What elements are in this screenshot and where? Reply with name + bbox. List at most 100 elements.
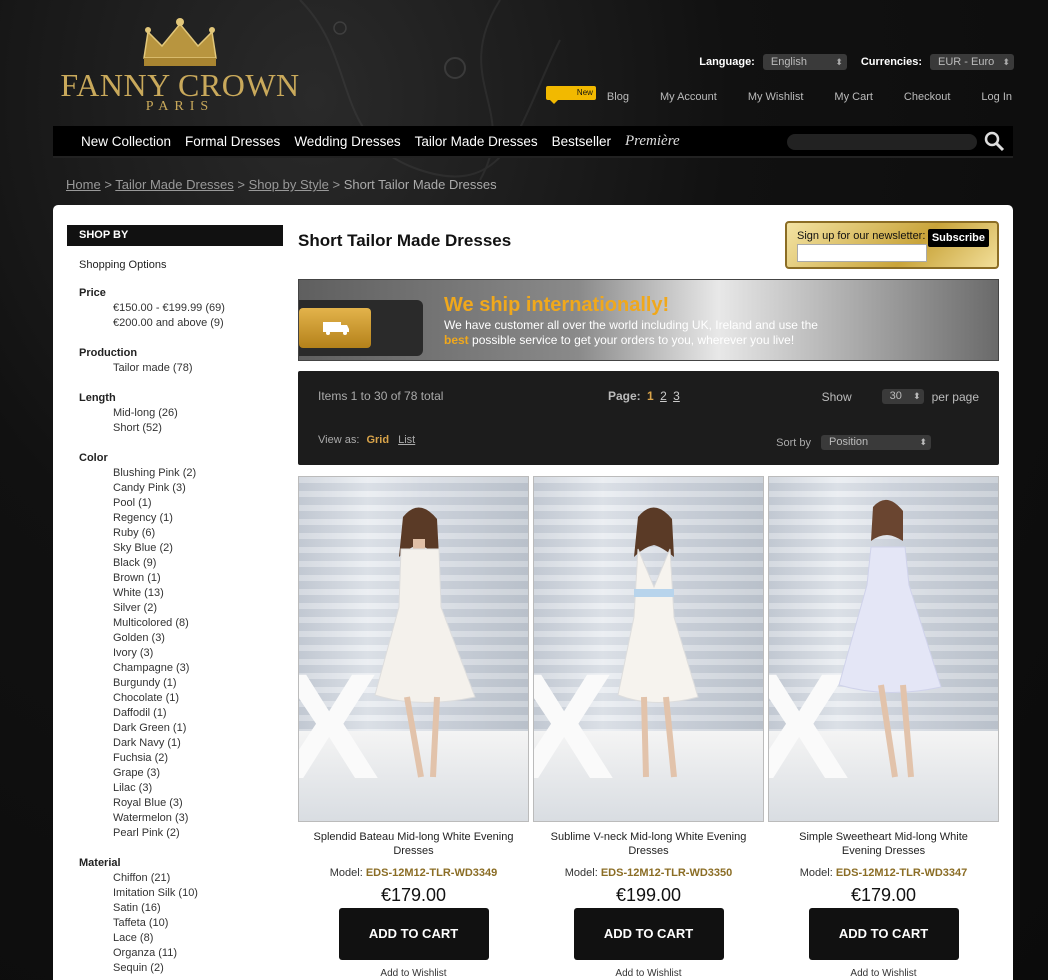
breadcrumb-home[interactable]: Home	[66, 177, 101, 192]
newsletter-box: Sign up for our newsletter: Subscribe	[785, 221, 999, 269]
page-1[interactable]: 1	[647, 389, 654, 403]
filter-title: Length	[79, 392, 116, 404]
filter-option[interactable]: Tailor made (78)	[113, 361, 283, 376]
filter-option[interactable]: Lace (8)	[113, 931, 283, 946]
filter-option[interactable]: Champagne (3)	[113, 661, 283, 676]
filter-option[interactable]: Taffeta (10)	[113, 916, 283, 931]
product-grid: X Splendid Bateau Mid-long White Evening…	[298, 476, 999, 979]
search-icon[interactable]	[983, 130, 1005, 152]
my-account-link[interactable]: My Account	[629, 91, 717, 103]
product-name[interactable]: Splendid Bateau Mid-long White Evening D…	[298, 830, 529, 858]
blog-link-wrap[interactable]: New Blog	[545, 86, 629, 104]
view-grid[interactable]: Grid	[366, 434, 389, 446]
filter-option[interactable]: Royal Blue (3)	[113, 796, 283, 811]
product-name[interactable]: Sublime V-neck Mid-long White Evening Dr…	[533, 830, 764, 858]
product-card: X Simple Sweetheart Mid-long White Eveni…	[768, 476, 999, 979]
filter-option[interactable]: Satin (16)	[113, 901, 283, 916]
subscribe-button[interactable]: Subscribe	[927, 229, 989, 247]
product-card: X Sublime V-neck Mid-long White Evening …	[533, 476, 764, 979]
nav-premiere[interactable]: Première	[625, 133, 680, 150]
product-image[interactable]: X	[533, 476, 764, 822]
brand-logo[interactable]: FANNY CROWN PARIS	[60, 14, 300, 124]
filter-option[interactable]: Lilac (3)	[113, 781, 283, 796]
filter-option[interactable]: Pool (1)	[113, 496, 283, 511]
sort-select[interactable]: Position	[821, 435, 931, 450]
breadcrumb-shop-by-style[interactable]: Shop by Style	[249, 177, 329, 192]
filter-option[interactable]: Pearl Pink (2)	[113, 826, 283, 841]
add-to-wishlist-link[interactable]: Add to Wishlist	[768, 968, 999, 979]
add-to-cart-button[interactable]: ADD TO CART	[338, 908, 489, 960]
currency-select[interactable]: EUR - Euro	[930, 54, 1014, 70]
add-to-cart-button[interactable]: ADD TO CART	[573, 908, 724, 960]
add-to-wishlist-link[interactable]: Add to Wishlist	[533, 968, 764, 979]
product-image[interactable]: X	[768, 476, 999, 822]
login-link[interactable]: Log In	[950, 91, 1012, 103]
filter-option[interactable]: Golden (3)	[113, 631, 283, 646]
breadcrumb-separator: >	[237, 177, 246, 192]
nav-formal-dresses[interactable]: Formal Dresses	[185, 134, 280, 149]
filter-option[interactable]: Dark Navy (1)	[113, 736, 283, 751]
search-input[interactable]	[787, 134, 977, 150]
nav-new-collection[interactable]: New Collection	[81, 134, 171, 149]
per-page-select[interactable]: 30	[881, 389, 924, 404]
breadcrumb-current: Short Tailor Made Dresses	[343, 177, 497, 192]
pagination: Page: 1 2 3	[608, 389, 680, 403]
shipping-banner[interactable]: We ship internationally! We have custome…	[298, 279, 999, 361]
nav-wedding-dresses[interactable]: Wedding Dresses	[294, 134, 400, 149]
filter-option[interactable]: Organza (11)	[113, 946, 283, 961]
checkout-link[interactable]: Checkout	[873, 91, 950, 103]
filter-option[interactable]: €200.00 and above (9)	[113, 316, 283, 331]
filter-option[interactable]: Grape (3)	[113, 766, 283, 781]
filter-option[interactable]: Dark Green (1)	[113, 721, 283, 736]
locale-selectors: Language: English Currencies: EUR - Euro	[699, 54, 1014, 70]
shopping-options-label: Shopping Options	[79, 259, 167, 271]
filter-option[interactable]: Brown (1)	[113, 571, 283, 586]
filter-option[interactable]: Sequin (2)	[113, 961, 283, 976]
page-label: Page:	[608, 389, 641, 403]
filter-option[interactable]: Burgundy (1)	[113, 676, 283, 691]
filter-option[interactable]: Watermelon (3)	[113, 811, 283, 826]
filter-option[interactable]: Chiffon (21)	[113, 871, 283, 886]
nav-bestseller[interactable]: Bestseller	[552, 134, 611, 149]
currency-label: Currencies:	[860, 56, 922, 68]
page-3[interactable]: 3	[673, 389, 680, 403]
filter-option[interactable]: Candy Pink (3)	[113, 481, 283, 496]
filter-group-color: Color Blushing Pink (2) Candy Pink (3) Pool…	[79, 452, 283, 841]
add-to-wishlist-link[interactable]: Add to Wishlist	[298, 968, 529, 979]
filter-option[interactable]: Short (52)	[113, 421, 283, 436]
newsletter-email-input[interactable]	[797, 244, 927, 262]
add-to-cart-button[interactable]: ADD TO CART	[808, 908, 959, 960]
breadcrumb-tailor-made[interactable]: Tailor Made Dresses	[115, 177, 234, 192]
filter-option[interactable]: €150.00 - €199.99 (69)	[113, 301, 283, 316]
page-2[interactable]: 2	[660, 389, 667, 403]
my-cart-link[interactable]: My Cart	[803, 91, 873, 103]
model-figure	[838, 499, 942, 778]
filter-option[interactable]: White (13)	[113, 586, 283, 601]
sort-label: Sort by	[776, 436, 811, 449]
filter-option[interactable]: Ruby (6)	[113, 526, 283, 541]
product-price: €179.00	[850, 885, 917, 905]
show-label: Show	[821, 389, 852, 404]
filter-option[interactable]: Blushing Pink (2)	[113, 466, 283, 481]
product-name[interactable]: Simple Sweetheart Mid-long White Evening…	[768, 830, 999, 858]
product-image[interactable]: X	[298, 476, 529, 822]
filter-option[interactable]: Fuchsia (2)	[113, 751, 283, 766]
filter-option[interactable]: Ivory (3)	[113, 646, 283, 661]
filter-option[interactable]: Imitation Silk (10)	[113, 886, 283, 901]
filter-option[interactable]: Sky Blue (2)	[113, 541, 283, 556]
view-list-link[interactable]: List	[398, 434, 415, 446]
product-card: X Splendid Bateau Mid-long White Evening…	[298, 476, 529, 979]
filter-option[interactable]: Mid-long (26)	[113, 406, 283, 421]
nav-tailor-made-dresses[interactable]: Tailor Made Dresses	[415, 134, 538, 149]
filter-option[interactable]: Silver (2)	[113, 601, 283, 616]
filter-option[interactable]: Chocolate (1)	[113, 691, 283, 706]
filter-option[interactable]: Regency (1)	[113, 511, 283, 526]
filter-option[interactable]: Black (9)	[113, 556, 283, 571]
filter-option[interactable]: Daffodil (1)	[113, 706, 283, 721]
my-wishlist-link[interactable]: My Wishlist	[717, 91, 804, 103]
filter-groups: Price €150.00 - €199.99 (69) €200.00 and a…	[67, 287, 283, 976]
view-as-label: View as:	[318, 434, 360, 446]
filter-option[interactable]: Multicolored (8)	[113, 616, 283, 631]
page-title: Short Tailor Made Dresses	[298, 231, 512, 250]
language-select[interactable]: English	[762, 54, 847, 70]
